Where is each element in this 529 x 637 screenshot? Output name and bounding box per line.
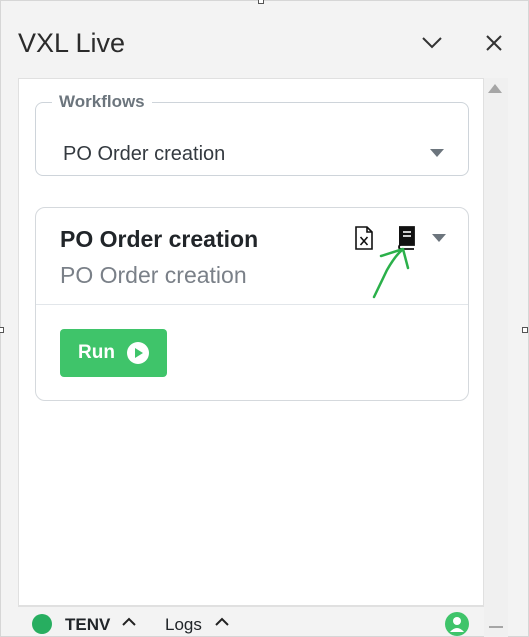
workflows-selected-value: PO Order creation — [63, 143, 226, 165]
user-avatar-icon[interactable] — [445, 612, 469, 636]
resize-handle-right[interactable] — [522, 327, 528, 333]
logs-label[interactable]: Logs — [165, 615, 202, 635]
close-icon — [486, 35, 502, 51]
env-label[interactable]: TENV — [65, 615, 110, 635]
pane-title: VXL Live — [18, 28, 126, 58]
play-icon — [126, 342, 149, 364]
resize-handle-top[interactable] — [258, 0, 264, 4]
scroll-up-arrow-icon[interactable] — [488, 84, 502, 93]
vertical-scrollbar[interactable] — [484, 78, 508, 637]
footer-divider — [18, 606, 484, 607]
annotation-arrow — [372, 247, 410, 299]
run-button[interactable]: Run — [60, 329, 167, 377]
collapse-button[interactable] — [419, 30, 445, 56]
run-button-label: Run — [78, 342, 115, 363]
pane-content: Workflows PO Order creation PO Order cre… — [18, 78, 484, 606]
resize-handle-left[interactable] — [0, 327, 4, 333]
workflows-select[interactable]: Workflows PO Order creation — [35, 92, 469, 176]
env-chevron-up-icon[interactable] — [121, 616, 137, 628]
caret-down-icon[interactable] — [430, 149, 444, 157]
workflow-card-title: PO Order creation — [60, 226, 259, 252]
workflow-card-subtitle: PO Order creation — [60, 262, 247, 288]
chevron-down-icon — [422, 37, 442, 49]
env-status-dot — [32, 614, 52, 634]
status-footer: TENV Logs — [18, 606, 484, 637]
scroll-down-marker[interactable] — [489, 626, 503, 628]
close-button[interactable] — [481, 30, 507, 56]
logs-chevron-up-icon[interactable] — [214, 616, 230, 628]
card-caret-down-icon[interactable] — [432, 234, 446, 242]
workflows-label: Workflows — [59, 92, 145, 111]
